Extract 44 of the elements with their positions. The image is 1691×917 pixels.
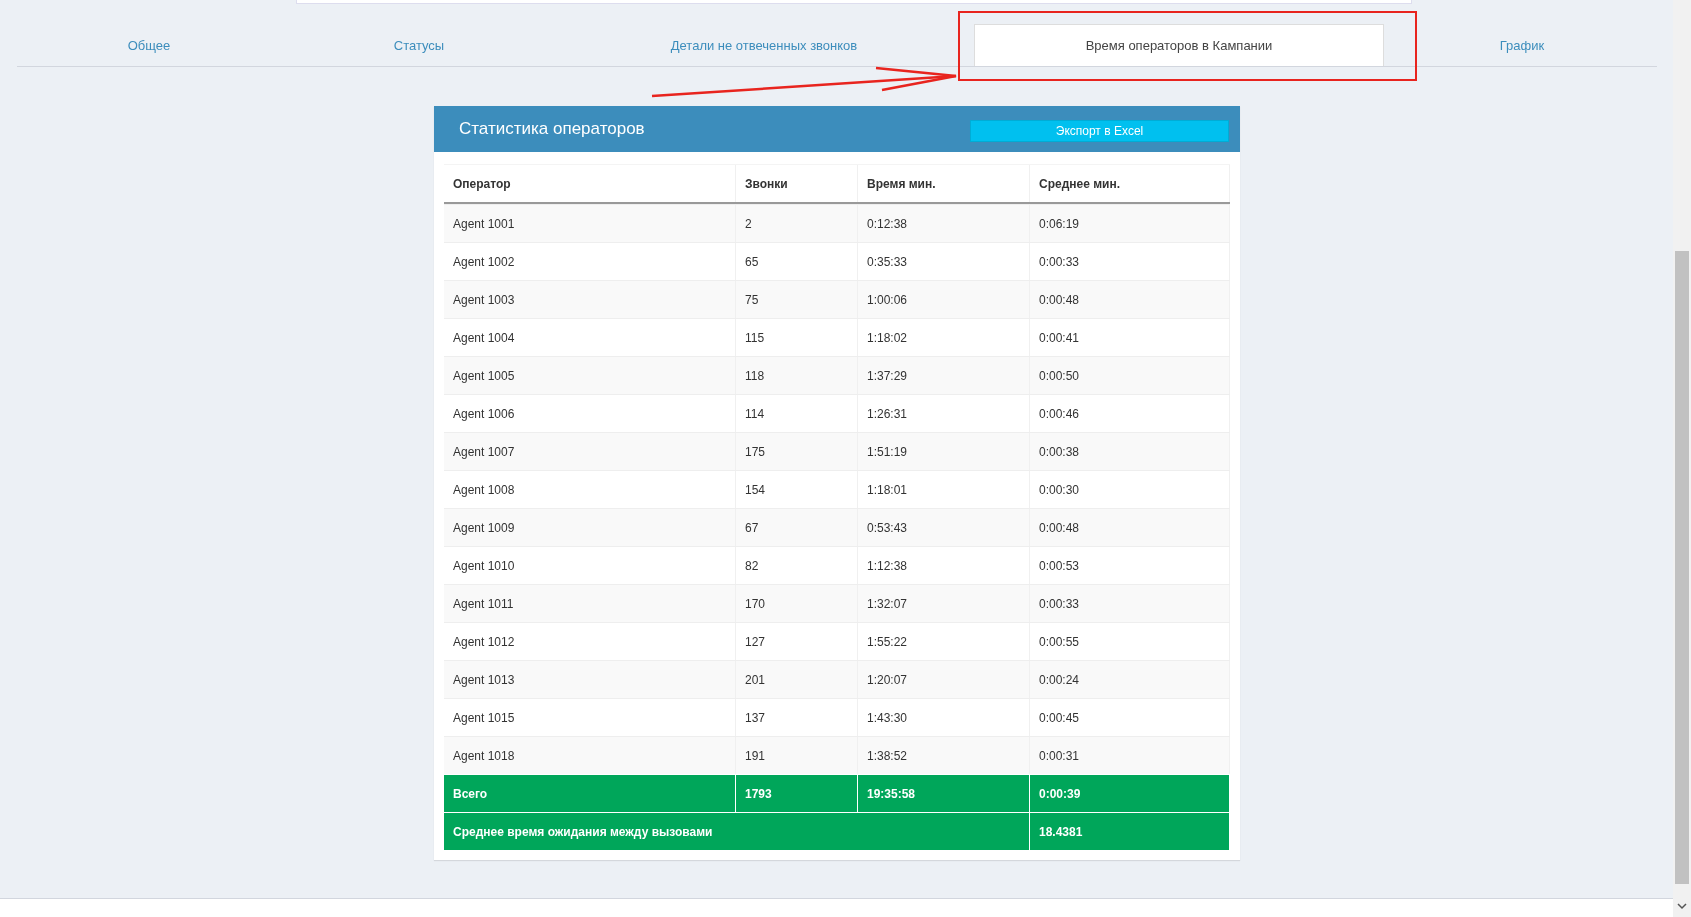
table-cell: 0:06:19 (1030, 205, 1230, 242)
table-cell: 1:20:07 (858, 661, 1030, 698)
table-cell: 170 (736, 585, 858, 622)
column-header: Оператор (444, 165, 736, 202)
table-cell: Agent 1005 (444, 357, 736, 394)
table-cell: 0:12:38 (858, 205, 1030, 242)
table-cell: 1:37:29 (858, 357, 1030, 394)
panel-title: Статистика операторов (459, 119, 645, 139)
table-cell: 175 (736, 433, 858, 470)
table-cell: Agent 1013 (444, 661, 736, 698)
column-header: Среднее мин. (1030, 165, 1230, 202)
table-cell: Agent 1001 (444, 205, 736, 242)
tab[interactable]: Время операторов в Кампании (974, 24, 1384, 66)
table-cell: 0:00:38 (1030, 433, 1230, 470)
tab[interactable]: Статусы (281, 24, 557, 66)
table-cell: 1:32:07 (858, 585, 1030, 622)
scrollbar[interactable] (1673, 0, 1691, 917)
tab[interactable]: Общее (17, 24, 281, 66)
table-cell: Agent 1007 (444, 433, 736, 470)
table-cell: 2 (736, 205, 858, 242)
table-cell: 1:51:19 (858, 433, 1030, 470)
table-cell: Agent 1003 (444, 281, 736, 318)
table-cell: 67 (736, 509, 858, 546)
tab[interactable]: График (1387, 24, 1657, 66)
scroll-down-icon[interactable] (1677, 902, 1687, 910)
column-header: Звонки (736, 165, 858, 202)
table-cell: 201 (736, 661, 858, 698)
table-cell: 0:00:48 (1030, 281, 1230, 318)
table-cell: 0:00:24 (1030, 661, 1230, 698)
table-cell: 0:00:48 (1030, 509, 1230, 546)
column-header: Время мин. (858, 165, 1030, 202)
table-cell: 0:53:43 (858, 509, 1030, 546)
scrollbar-thumb[interactable] (1675, 251, 1689, 884)
table-cell: Agent 1011 (444, 585, 736, 622)
table-cell: 118 (736, 357, 858, 394)
table-cell: 0:00:50 (1030, 357, 1230, 394)
table-cell: Agent 1009 (444, 509, 736, 546)
total-cell: Среднее время ожидания между вызовами (444, 813, 1030, 850)
table-cell: 0:00:33 (1030, 585, 1230, 622)
export-button[interactable]: Экспорт в Excel (970, 119, 1229, 142)
table-cell: 75 (736, 281, 858, 318)
total-cell: 18.4381 (1030, 813, 1230, 850)
table-cell: 1:00:06 (858, 281, 1030, 318)
tab[interactable]: Детали не отвеченных звонков (557, 24, 971, 66)
